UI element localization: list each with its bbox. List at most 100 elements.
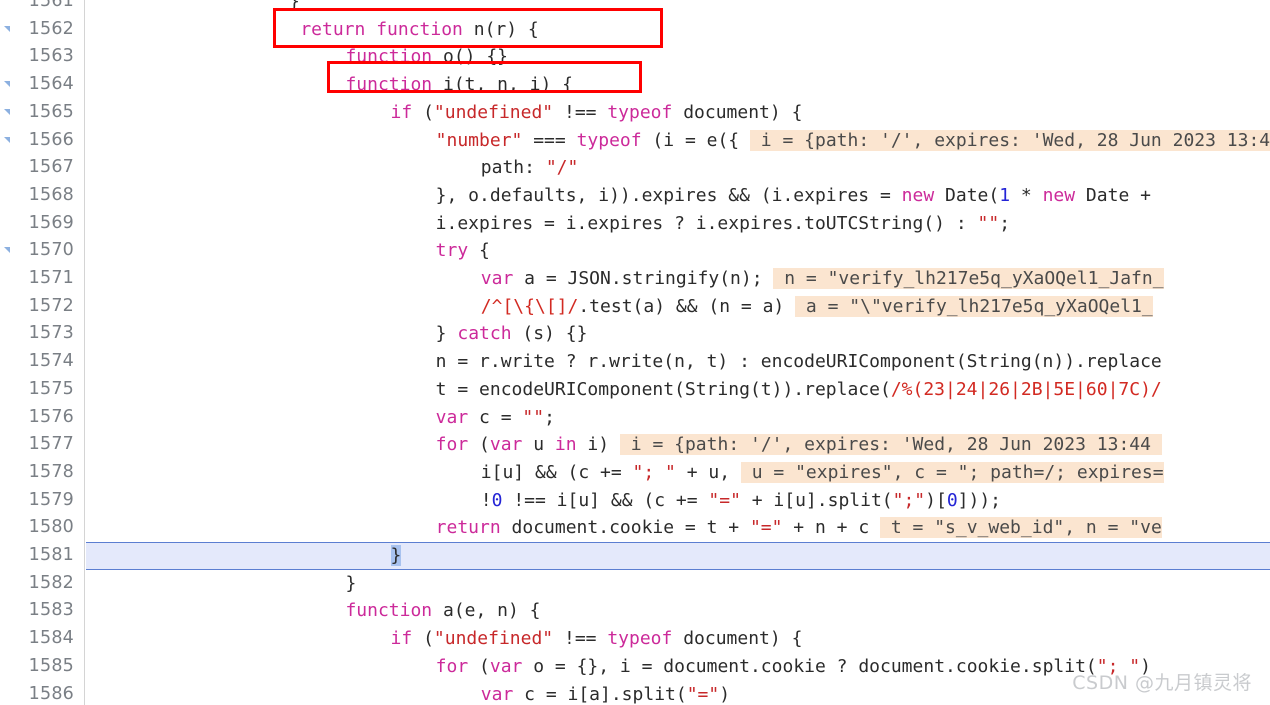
line-number: 1561 [28,0,74,11]
line-number: 1574 [28,351,74,372]
code-token: "undefined" [433,628,554,650]
chevron-collapse-icon[interactable] [3,136,12,145]
gutter-line-1581[interactable]: 1581 [0,542,85,570]
gutter-line-1576[interactable]: 1576 [0,404,85,432]
gutter-line-1577[interactable]: 1577 [0,431,85,459]
line-number: 1579 [28,489,74,510]
code-content[interactable]: } return function n(r) {function o() {} fu… [86,0,1270,705]
code-editor[interactable]: 1561 1562 1563 1564 1565 1566 1567 1568 1569 1570… [0,0,1270,705]
code-token: c = i[a].split( [513,683,687,705]
gutter-line-1580[interactable]: 1580 [0,514,85,542]
gutter-line-1574[interactable]: 1574 [0,348,85,376]
code-line-1582[interactable]: } [86,570,1270,598]
code-line-1579[interactable]: !0 !== i[u] && (c += "=" + i[u].split(";… [86,487,1270,515]
code-token: !== [553,101,608,123]
code-token: u [522,434,555,456]
gutter-line-1568[interactable]: 1568 [0,182,85,210]
code-token: 1 [999,184,1011,206]
code-token: "" [977,212,1000,234]
chevron-collapse-icon[interactable] [3,246,12,255]
code-token: * [1010,184,1043,206]
code-line-1564[interactable]: function i(t, n, i) { [86,71,1270,99]
gutter-line-1585[interactable]: 1585 [0,653,85,681]
code-token: Date( [934,184,1000,206]
code-line-1581[interactable]: } [86,542,1270,570]
code-token: ( [412,628,434,650]
inline-value-hint: u = "expires", c = "; path=/; expires= [740,461,1164,483]
gutter-line-1570[interactable]: 1570 [0,237,85,265]
code-token: in [554,434,577,456]
code-line-1566[interactable]: "number" === typeof (i = e({ i = {path: … [86,127,1270,155]
code-token: "; " [632,461,676,483]
code-token: i) [576,434,620,456]
code-token: } [435,323,458,345]
code-token: typeof [607,101,673,123]
gutter-line-1562[interactable]: 1562 [0,16,85,44]
code-token: "number" [435,129,523,151]
line-number: 1570 [28,240,74,261]
code-line-1568[interactable]: }, o.defaults, i)).expires && (i.expires… [86,182,1270,210]
code-token: /^[\{\[]/ [480,295,579,317]
code-line-1567[interactable]: path: "/" [86,154,1270,182]
line-number: 1576 [28,406,74,427]
gutter-line-1569[interactable]: 1569 [0,210,85,238]
code-token: ( [468,655,490,677]
code-token: ; [544,406,555,428]
code-line-1574[interactable]: n = r.write ? r.write(n, t) : encodeURIC… [86,348,1270,376]
code-token: )[ [925,489,947,511]
gutter-line-1571[interactable]: 1571 [0,265,85,293]
code-token: t = encodeURIComponent(String(t)).replac… [435,378,891,400]
code-line-1577[interactable]: for (var u in i) i = {path: '/', expires… [86,431,1270,459]
gutter-line-1564[interactable]: 1564 [0,71,85,99]
code-token: { [468,240,490,262]
code-line-1561[interactable]: } [86,0,1270,16]
code-token: if [390,628,413,650]
chevron-collapse-icon[interactable] [3,108,12,117]
code-token: i.expires = i.expires ? i.expires.toUTCS… [435,212,978,234]
gutter-line-1579[interactable]: 1579 [0,487,85,515]
code-token: c = [468,406,523,428]
code-token: function [345,46,433,68]
gutter-line-1573[interactable]: 1573 [0,320,85,348]
gutter-line-1561[interactable]: 1561 [0,0,85,16]
code-token: i(t, n, i) { [432,74,574,96]
code-line-1580[interactable]: return document.cookie = t + "=" + n + c… [86,514,1270,542]
code-token: var [480,268,514,289]
code-token: ; [999,212,1011,234]
gutter-line-1582[interactable]: 1582 [0,570,85,598]
gutter-line-1584[interactable]: 1584 [0,625,85,653]
code-line-1572[interactable]: /^[\{\[]/.test(a) && (n = a) a = "\"veri… [86,293,1270,321]
code-line-1584[interactable]: if ("undefined" !== typeof document) { [86,625,1270,653]
code-line-1565[interactable]: if ("undefined" !== typeof document) { [86,99,1270,127]
code-line-1571[interactable]: var a = JSON.stringify(n); n = "verify_l… [86,265,1270,293]
code-token: ])); [957,489,1002,511]
code-line-1573[interactable]: } catch (s) {} [86,320,1270,348]
code-line-1562[interactable]: return function n(r) { [86,16,1270,44]
gutter-line-1575[interactable]: 1575 [0,376,85,404]
gutter-line-1563[interactable]: 1563 [0,43,85,71]
code-line-1575[interactable]: t = encodeURIComponent(String(t)).replac… [86,376,1270,404]
code-token: n(r) { [462,18,539,40]
editor-gutter[interactable]: 1561 1562 1563 1564 1565 1566 1567 1568 1569 1570… [0,0,85,705]
code-token: ( [468,434,490,456]
code-line-1570[interactable]: try { [86,237,1270,265]
gutter-line-1583[interactable]: 1583 [0,597,85,625]
chevron-collapse-icon[interactable] [3,80,12,89]
gutter-line-1565[interactable]: 1565 [0,99,85,127]
code-token: var [480,683,514,705]
gutter-line-1586[interactable]: 1586 [0,681,85,705]
code-line-1569[interactable]: i.expires = i.expires ? i.expires.toUTCS… [86,210,1270,238]
chevron-collapse-icon[interactable] [3,25,12,34]
code-line-1578[interactable]: i[u] && (c += "; " + u, u = "expires", c… [86,459,1270,487]
code-line-1583[interactable]: function a(e, n) { [86,597,1270,625]
code-line-1563[interactable]: function o() {} [86,43,1270,71]
gutter-line-1578[interactable]: 1578 [0,459,85,487]
line-number: 1572 [28,295,74,316]
gutter-line-1566[interactable]: 1566 [0,127,85,155]
gutter-line-1572[interactable]: 1572 [0,293,85,321]
code-line-1576[interactable]: var c = ""; [86,404,1270,432]
inline-value-hint: i = {path: '/', expires: 'Wed, 28 Jun 20… [749,129,1270,151]
code-token: a = JSON.stringify(n); [513,268,774,289]
gutter-line-1567[interactable]: 1567 [0,154,85,182]
code-token: 0 [491,489,503,511]
